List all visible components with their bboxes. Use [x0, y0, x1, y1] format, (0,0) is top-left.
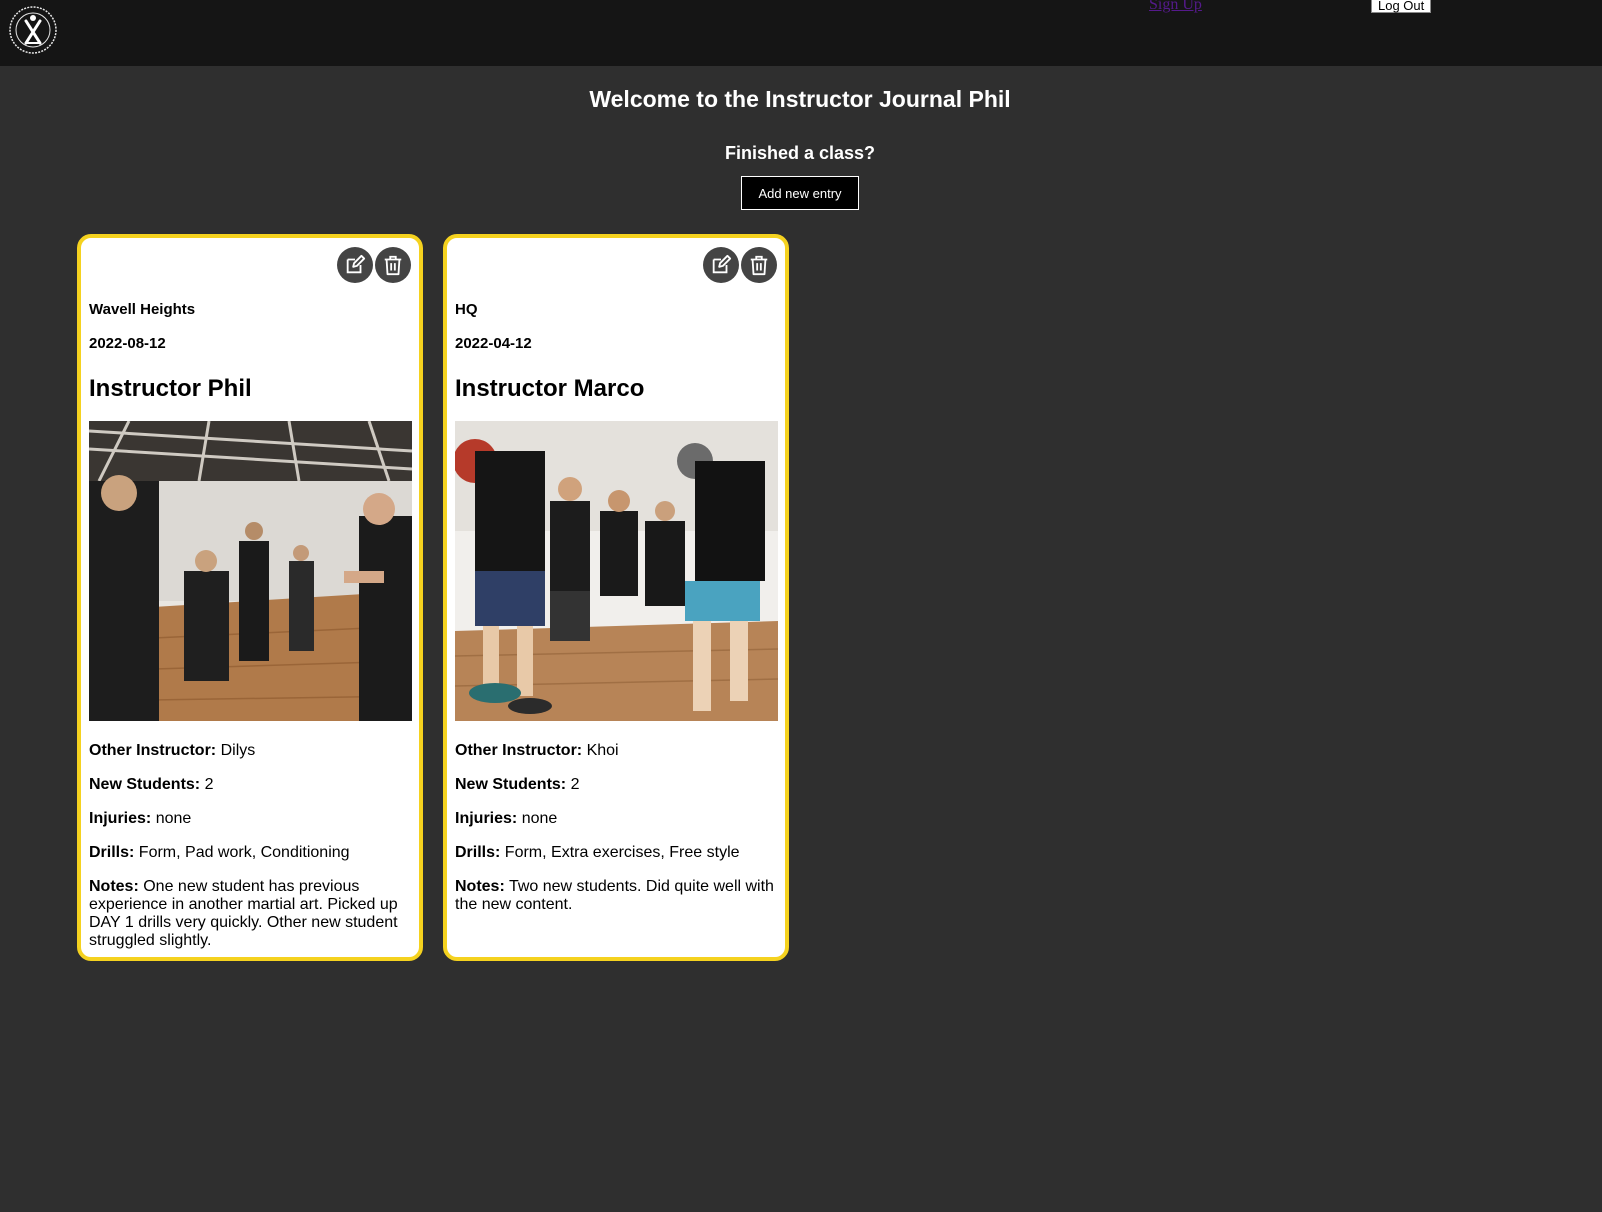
notes-field: Notes: Two new students. Did quite well …: [455, 878, 775, 914]
trash-icon: [384, 255, 402, 276]
class-date: 2022-08-12: [89, 335, 166, 352]
delete-button[interactable]: [375, 247, 411, 283]
injuries-value: none: [521, 810, 558, 827]
other-instructor-value: Dilys: [220, 742, 256, 759]
other-instructor-value: Khoi: [586, 742, 619, 759]
journal-entry-card: Wavell Heights 2022-08-12 Instructor Phi…: [77, 234, 423, 961]
drills-label: Drills:: [89, 844, 135, 861]
other-instructor-field: Other Instructor: Khoi: [455, 742, 775, 760]
card-actions: [703, 247, 777, 283]
notes-label: Notes:: [455, 878, 505, 895]
class-location: Wavell Heights: [89, 301, 196, 318]
add-new-entry-button[interactable]: Add new entry: [741, 176, 859, 210]
logo-icon: [9, 6, 57, 54]
new-students-field: New Students: 2: [455, 776, 775, 794]
journal-entry-card: HQ 2022-04-12 Instructor Marco Other Ins…: [443, 234, 789, 961]
new-students-label: New Students:: [89, 776, 201, 793]
finished-class-prompt: Finished a class?: [724, 143, 876, 163]
injuries-field: Injuries: none: [89, 810, 409, 828]
new-students-label: New Students:: [455, 776, 567, 793]
other-instructor-label: Other Instructor:: [455, 742, 583, 759]
drills-value: Form, Extra exercises, Free style: [504, 844, 740, 861]
school-logo[interactable]: [8, 5, 58, 55]
new-students-field: New Students: 2: [89, 776, 409, 794]
edit-button[interactable]: [703, 247, 739, 283]
new-students-value: 2: [204, 776, 214, 793]
class-photo: [89, 421, 412, 721]
trash-icon: [750, 255, 768, 276]
new-students-value: 2: [570, 776, 580, 793]
class-location: HQ: [455, 301, 478, 318]
drills-field: Drills: Form, Pad work, Conditioning: [89, 844, 409, 862]
drills-value: Form, Pad work, Conditioning: [138, 844, 350, 861]
sign-up-link[interactable]: Sign Up: [1149, 0, 1202, 14]
injuries-label: Injuries:: [89, 810, 152, 827]
class-date: 2022-04-12: [455, 335, 532, 352]
log-out-button[interactable]: Log Out: [1371, 0, 1432, 13]
delete-button[interactable]: [741, 247, 777, 283]
notes-field: Notes: One new student has previous expe…: [89, 878, 409, 950]
page-title: Welcome to the Instructor Journal Phil: [589, 86, 1011, 112]
other-instructor-label: Other Instructor:: [89, 742, 217, 759]
card-actions: [337, 247, 411, 283]
edit-button[interactable]: [337, 247, 373, 283]
injuries-value: none: [155, 810, 192, 827]
edit-icon: [346, 254, 366, 274]
class-photo: [455, 421, 778, 721]
other-instructor-field: Other Instructor: Dilys: [89, 742, 409, 760]
drills-field: Drills: Form, Extra exercises, Free styl…: [455, 844, 775, 862]
top-nav-bar: Sign Up Log Out: [0, 0, 1602, 66]
injuries-field: Injuries: none: [455, 810, 775, 828]
injuries-label: Injuries:: [455, 810, 518, 827]
notes-label: Notes:: [89, 878, 139, 895]
edit-icon: [712, 254, 732, 274]
instructor-name: Instructor Marco: [455, 375, 645, 402]
instructor-name: Instructor Phil: [89, 375, 252, 402]
drills-label: Drills:: [455, 844, 501, 861]
